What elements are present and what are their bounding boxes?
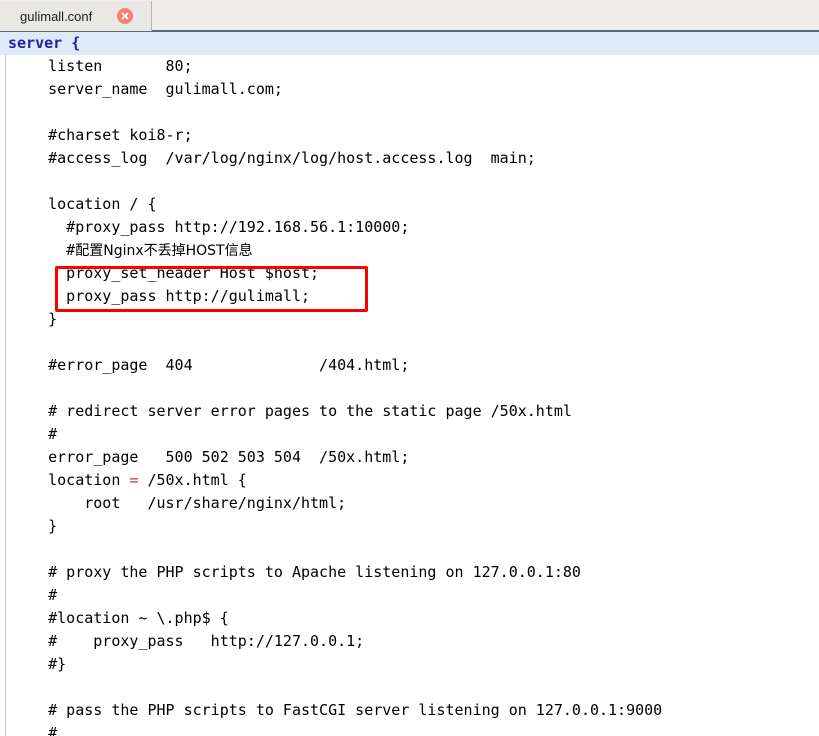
cjk-comment-text: 配置Nginx不丢掉HOST信息	[75, 243, 253, 259]
code-line: #location ~ \.php$ {	[12, 609, 229, 627]
config-file-content[interactable]: server { listen 80; server_name gulimall…	[0, 32, 819, 736]
code-line: #charset koi8-r;	[12, 126, 193, 144]
code-line: # redirect server error pages to the sta…	[12, 402, 572, 420]
editor-tab-bar: gulimall.conf	[0, 0, 819, 32]
code-line: listen 80;	[12, 57, 193, 75]
code-line: proxy_set_header Host $host;	[12, 264, 320, 282]
code-editor-area[interactable]: server { listen 80; server_name gulimall…	[0, 32, 819, 736]
close-circle-icon[interactable]	[117, 8, 133, 24]
code-line: }	[12, 517, 58, 535]
code-line: #	[12, 724, 58, 736]
tab-gulimall-conf[interactable]: gulimall.conf	[0, 1, 152, 31]
code-line: # proxy the PHP scripts to Apache listen…	[12, 563, 581, 581]
code-line: proxy_pass http://gulimall;	[12, 287, 311, 305]
code-line: #proxy_pass http://192.168.56.1:10000;	[12, 218, 410, 236]
code-line: # proxy_pass http://127.0.0.1;	[12, 632, 365, 650]
code-line: #	[12, 586, 58, 604]
code-line: #配置Nginx不丢掉HOST信息	[12, 241, 253, 259]
code-line: #	[12, 425, 58, 443]
code-line: location = /50x.html {	[12, 471, 247, 489]
code-line: #access_log /var/log/nginx/log/host.acce…	[12, 149, 536, 167]
code-line: error_page 500 502 503 504 /50x.html;	[12, 448, 410, 466]
code-line: #}	[12, 655, 67, 673]
code-line: #error_page 404 /404.html;	[12, 356, 410, 374]
code-line: root /usr/share/nginx/html;	[12, 494, 347, 512]
code-line: # pass the PHP scripts to FastCGI server…	[12, 701, 663, 719]
code-line: server {	[0, 32, 819, 55]
code-line: }	[12, 310, 58, 328]
code-line: server_name gulimall.com;	[12, 80, 283, 98]
operator-token: =	[129, 471, 139, 489]
tab-label: gulimall.conf	[20, 8, 93, 24]
code-line: location / {	[12, 195, 157, 213]
